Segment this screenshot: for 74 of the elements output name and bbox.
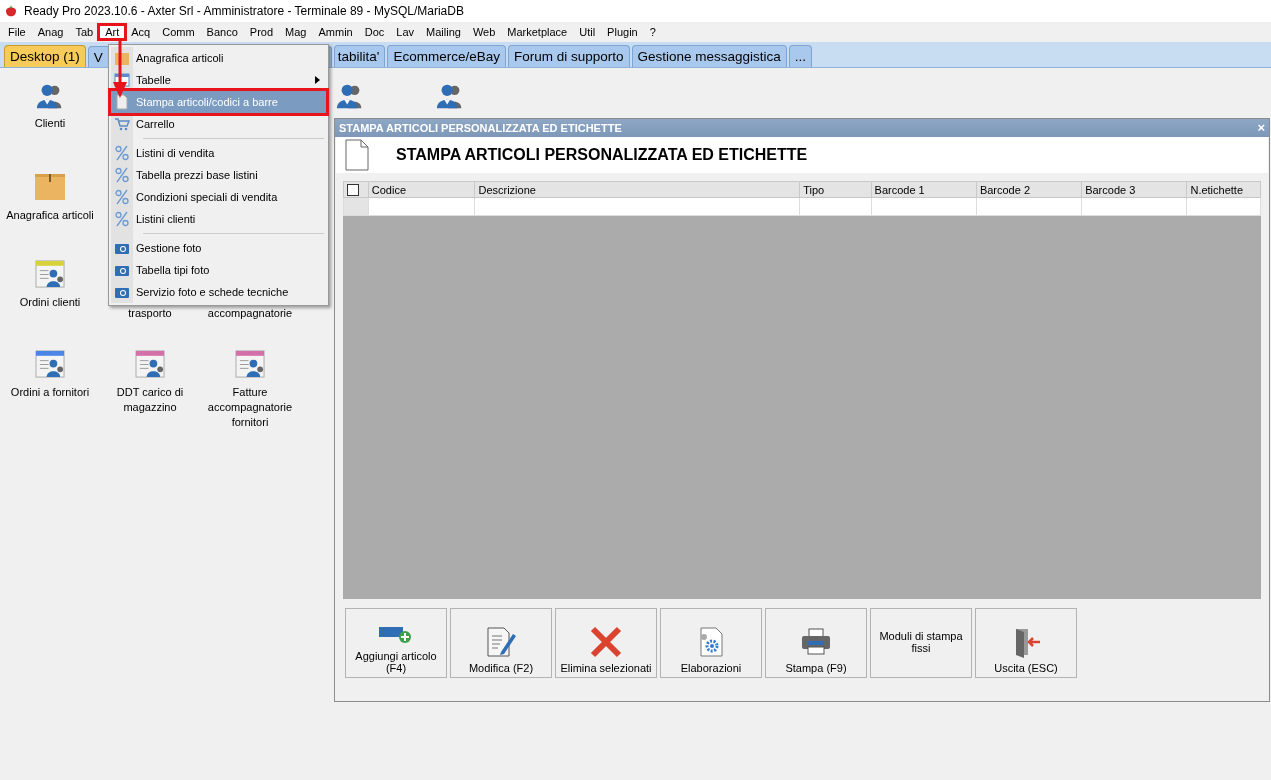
order-form-icon[interactable]: [234, 350, 266, 379]
tab[interactable]: tabilita': [333, 45, 386, 67]
menu-entry[interactable]: Tabella prezzi base listini: [111, 164, 326, 186]
edit-document-icon: [485, 626, 517, 658]
toolbar-button[interactable]: Modifica (F2): [450, 608, 552, 678]
menu-item[interactable]: Ammin: [312, 25, 359, 39]
dialog-heading: STAMPA ARTICOLI PERSONALIZZATA ED ETICHETTE: [396, 146, 808, 164]
menu-item[interactable]: ?: [643, 25, 662, 39]
menu-item[interactable]: Acq: [125, 25, 157, 39]
toolbar-button[interactable]: Aggiungi articolo (F4): [345, 608, 447, 678]
column-header[interactable]: Tipo: [799, 181, 872, 198]
menu-item[interactable]: Doc: [358, 25, 391, 39]
tab[interactable]: Forum di supporto: [507, 45, 630, 67]
menu-item[interactable]: Web: [466, 25, 502, 39]
menu-entry[interactable]: Listini clienti: [111, 208, 326, 230]
percent-icon: [114, 167, 130, 183]
desktop-icon-label[interactable]: Anagrafica articoli: [2, 208, 98, 223]
menu-entry[interactable]: Gestione foto: [111, 237, 326, 259]
window-title: Ready Pro 2023.10.6 - Axter Srl - Amministratore - Terminale 89 - MySQL/MariaDB: [24, 4, 464, 18]
percent-icon: [114, 189, 130, 205]
desktop-icon-label[interactable]: Ordini clienti: [2, 295, 98, 310]
menu-entry[interactable]: Tabella tipi foto: [111, 259, 326, 281]
menu-item[interactable]: Art: [99, 25, 126, 39]
printer-icon: [800, 626, 832, 658]
menu-item[interactable]: Util: [573, 25, 602, 39]
menu-item[interactable]: Anag: [31, 25, 70, 39]
document-icon: [114, 94, 130, 110]
toolbar-button[interactable]: Elimina selezionati: [555, 608, 657, 678]
column-header[interactable]: Codice: [368, 181, 475, 198]
menu-item[interactable]: Marketplace: [501, 25, 574, 39]
menu-item[interactable]: Lav: [390, 25, 420, 39]
desktop-icon-label[interactable]: Ordini a fornitori: [2, 385, 98, 400]
order-form-icon[interactable]: [134, 350, 166, 379]
percent-icon: [114, 211, 130, 227]
dialog-title: STAMPA ARTICOLI PERSONALIZZATA ED ETICHETTE: [339, 122, 622, 134]
percent-icon: [114, 145, 130, 161]
cross-icon: [590, 626, 622, 658]
order-form-icon[interactable]: [34, 260, 66, 289]
column-header[interactable]: Barcode 3: [1081, 181, 1187, 198]
toolbar-button[interactable]: Stampa (F9): [765, 608, 867, 678]
menu-item[interactable]: Comm: [156, 25, 201, 39]
desktop-icon-label[interactable]: trasporto: [102, 306, 198, 321]
menu-item[interactable]: Mailing: [420, 25, 467, 39]
tab[interactable]: Gestione messaggistica: [631, 45, 787, 67]
toolbar-button[interactable]: Elaborazioni: [660, 608, 762, 678]
order-form-icon[interactable]: [34, 350, 66, 379]
tab[interactable]: Desktop (1): [4, 45, 86, 67]
menu-entry[interactable]: Anagrafica articoli: [111, 47, 326, 69]
desktop-icon-label[interactable]: accompagnatorie: [202, 306, 298, 321]
desktop-icon-label[interactable]: DDT carico di magazzino: [102, 385, 198, 415]
column-header[interactable]: Barcode 2: [976, 181, 1082, 198]
toolbar-button[interactable]: Moduli di stampa fissi: [870, 608, 972, 678]
menu-item[interactable]: File: [2, 25, 32, 39]
tab[interactable]: ...: [788, 45, 813, 67]
menu-entry[interactable]: Listini di vendita: [111, 142, 326, 164]
menu-entry[interactable]: Carrello: [111, 113, 326, 135]
menu-entry[interactable]: Condizioni speciali di vendita: [111, 186, 326, 208]
menu-item[interactable]: Plugin: [601, 25, 644, 39]
annotation-arrow: [112, 40, 128, 98]
column-header[interactable]: Barcode 1: [871, 181, 977, 198]
desktop-icon-label[interactable]: Fatture accompagnatorie fornitori: [202, 385, 298, 430]
menu-entry[interactable]: Servizio foto e schede tecniche: [111, 281, 326, 303]
desktop-icon-label[interactable]: Clienti: [2, 116, 98, 131]
column-header[interactable]: Descrizione: [474, 181, 800, 198]
strawberry-icon: [4, 4, 18, 18]
column-header[interactable]: N.etichette: [1186, 181, 1261, 198]
menu-item[interactable]: Banco: [200, 25, 244, 39]
cart-icon: [114, 116, 130, 132]
tab[interactable]: Ecommerce/eBay: [387, 45, 506, 67]
menu-item[interactable]: Mag: [279, 25, 313, 39]
select-all-checkbox[interactable]: [347, 183, 359, 196]
menu-item[interactable]: Prod: [243, 25, 280, 39]
toolbar-button[interactable]: Uscita (ESC): [975, 608, 1077, 678]
menu-item[interactable]: Tab: [69, 25, 100, 39]
